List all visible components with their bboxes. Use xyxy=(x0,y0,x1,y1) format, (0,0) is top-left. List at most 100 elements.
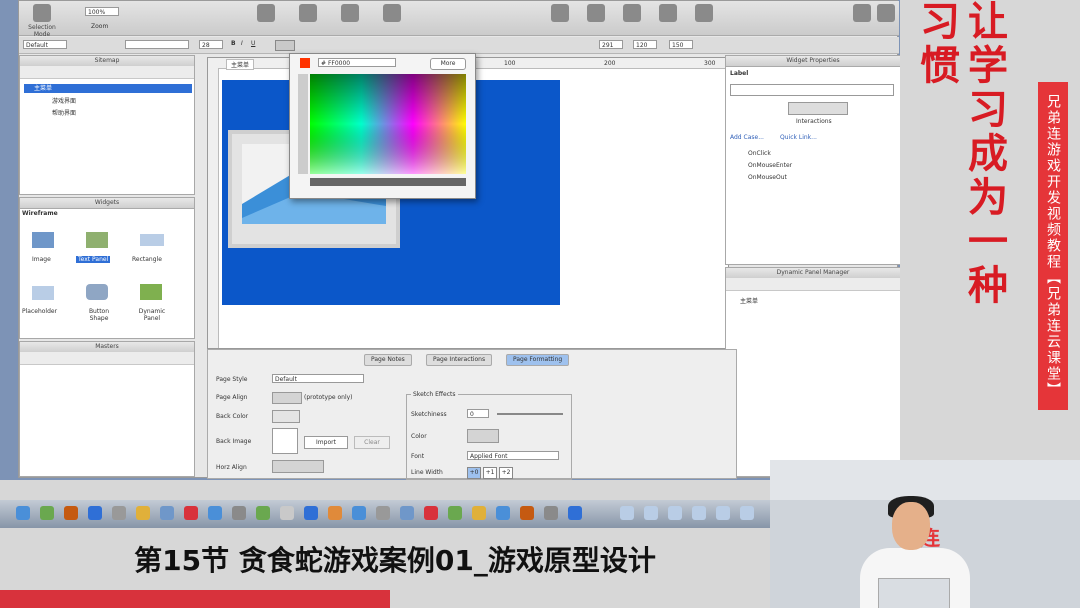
italic-icon[interactable]: I xyxy=(241,40,243,47)
back-image-preview[interactable] xyxy=(272,428,298,454)
page-tab[interactable]: 主菜单 xyxy=(226,59,255,70)
dock-app-icon[interactable] xyxy=(184,506,198,520)
page-properties-panel: Page Notes Page Interactions Page Format… xyxy=(207,349,737,480)
toolbar-button-5[interactable] xyxy=(543,4,577,24)
toolbar-button-2[interactable] xyxy=(291,4,325,24)
dock-app-icon[interactable] xyxy=(472,506,486,520)
add-case-link[interactable]: Add Case... xyxy=(730,134,764,141)
tab-page-interactions[interactable]: Page Interactions xyxy=(426,354,493,366)
toolbar-button-8[interactable] xyxy=(651,4,685,24)
x-input[interactable]: 291 xyxy=(599,40,623,49)
toolbar-button-3[interactable] xyxy=(333,4,367,24)
line-width-1[interactable]: +1 xyxy=(483,467,497,479)
dock-app-icon[interactable] xyxy=(160,506,174,520)
button-shape-icon[interactable] xyxy=(86,284,108,300)
dock-app-icon[interactable] xyxy=(328,506,342,520)
properties-tab-group[interactable] xyxy=(788,102,848,115)
widgets-panel: Widgets Wireframe Image Text Panel Recta… xyxy=(19,197,195,339)
quick-link[interactable]: Quick Link... xyxy=(780,134,817,141)
w-input[interactable]: 150 xyxy=(669,40,693,49)
dock-app-icon[interactable] xyxy=(136,506,150,520)
dynamic-panel-item[interactable]: 主菜单 xyxy=(740,296,758,305)
font-size-select[interactable]: 28 xyxy=(199,40,223,49)
dock-app-icon[interactable] xyxy=(88,506,102,520)
sitemap-item-game-screen[interactable]: 游戏界面 xyxy=(52,96,76,105)
sitemap-item-main-menu[interactable]: 主菜单 xyxy=(24,84,192,93)
sketchiness-input[interactable]: 0 xyxy=(467,409,489,418)
dock-app-icon[interactable] xyxy=(64,506,78,520)
dock-app-icon[interactable] xyxy=(496,506,510,520)
toolbar-button-6[interactable] xyxy=(579,4,613,24)
line-width-0[interactable]: +0 xyxy=(467,467,481,479)
text-panel-icon[interactable] xyxy=(86,232,108,248)
dock-app-icon[interactable] xyxy=(232,506,246,520)
image-icon[interactable] xyxy=(32,232,54,248)
label-input[interactable] xyxy=(730,84,894,96)
tab-page-formatting[interactable]: Page Formatting xyxy=(506,354,570,366)
rectangle-icon[interactable] xyxy=(140,234,164,246)
toolbar-button-9[interactable] xyxy=(687,4,721,24)
horz-align-buttons[interactable] xyxy=(272,460,324,473)
page-align-buttons[interactable] xyxy=(272,392,302,404)
line-width-label: Line Width xyxy=(411,469,443,476)
lesson-caption: 第15节 贪食蛇游戏案例01_游戏原型设计 xyxy=(134,544,656,577)
dock-app-icon[interactable] xyxy=(208,506,222,520)
ruler-mark: 200 xyxy=(604,60,616,67)
toolbar-button-7[interactable] xyxy=(615,4,649,24)
toolbar-button-4[interactable] xyxy=(375,4,409,24)
tab-page-notes[interactable]: Page Notes xyxy=(364,354,412,366)
more-colors-button[interactable]: More xyxy=(430,58,466,70)
dock-app-icon[interactable] xyxy=(740,506,754,520)
zoom-select[interactable]: 100% xyxy=(85,7,119,16)
dock-app-icon[interactable] xyxy=(692,506,706,520)
dock-app-icon[interactable] xyxy=(668,506,682,520)
dock-app-icon[interactable] xyxy=(40,506,54,520)
tool-icon xyxy=(299,4,317,22)
sketch-color-buttons[interactable] xyxy=(467,429,499,443)
hex-color-input[interactable]: # FF0000 xyxy=(318,58,396,67)
font-select[interactable]: Applied Font xyxy=(467,451,559,460)
dock-app-icon[interactable] xyxy=(16,506,30,520)
back-color-button[interactable] xyxy=(272,410,300,423)
font-color-button[interactable] xyxy=(275,40,295,51)
toolbar-button-1[interactable] xyxy=(249,4,283,24)
dock-app-icon[interactable] xyxy=(620,506,634,520)
page-style-select[interactable]: Default xyxy=(272,374,364,383)
dock-app-icon[interactable] xyxy=(256,506,270,520)
dock-app-icon[interactable] xyxy=(448,506,462,520)
page-align-note: (prototype only) xyxy=(304,394,353,401)
event-onmouseout[interactable]: OnMouseOut xyxy=(748,174,787,181)
import-button[interactable]: Import xyxy=(304,436,348,449)
clear-button[interactable]: Clear xyxy=(354,436,390,449)
style-select[interactable]: Default xyxy=(23,40,67,49)
dock-app-icon[interactable] xyxy=(424,506,438,520)
selection-mode-button[interactable]: Selection Mode xyxy=(23,4,61,38)
event-onmouseenter[interactable]: OnMouseEnter xyxy=(748,162,792,169)
color-picker-popup[interactable]: # FF0000 More xyxy=(289,53,476,199)
dock-app-icon[interactable] xyxy=(112,506,126,520)
dock-app-icon[interactable] xyxy=(376,506,390,520)
event-onclick[interactable]: OnClick xyxy=(748,150,771,157)
dock-app-icon[interactable] xyxy=(400,506,414,520)
toolbar-button-11[interactable] xyxy=(869,4,900,24)
placeholder-icon[interactable] xyxy=(32,286,54,300)
dock-app-icon[interactable] xyxy=(716,506,730,520)
sketchiness-label: Sketchiness xyxy=(411,411,447,418)
dock-app-icon[interactable] xyxy=(280,506,294,520)
dock-app-icon[interactable] xyxy=(352,506,366,520)
widget-library-select[interactable]: Wireframe xyxy=(22,210,58,217)
underline-icon[interactable]: U xyxy=(251,40,255,47)
dock-app-icon[interactable] xyxy=(304,506,318,520)
sketchiness-slider[interactable] xyxy=(497,413,563,415)
dynamic-panel-icon[interactable] xyxy=(140,284,162,300)
line-width-2[interactable]: +2 xyxy=(499,467,513,479)
sitemap-item-help-screen[interactable]: 帮助界面 xyxy=(52,108,76,117)
dock-app-icon[interactable] xyxy=(520,506,534,520)
font-family-select[interactable] xyxy=(125,40,189,49)
dock-app-icon[interactable] xyxy=(544,506,558,520)
dock-app-icon[interactable] xyxy=(568,506,582,520)
color-grid[interactable] xyxy=(298,74,468,192)
dock-app-icon[interactable] xyxy=(644,506,658,520)
bold-icon[interactable]: B xyxy=(231,40,236,47)
y-input[interactable]: 120 xyxy=(633,40,657,49)
